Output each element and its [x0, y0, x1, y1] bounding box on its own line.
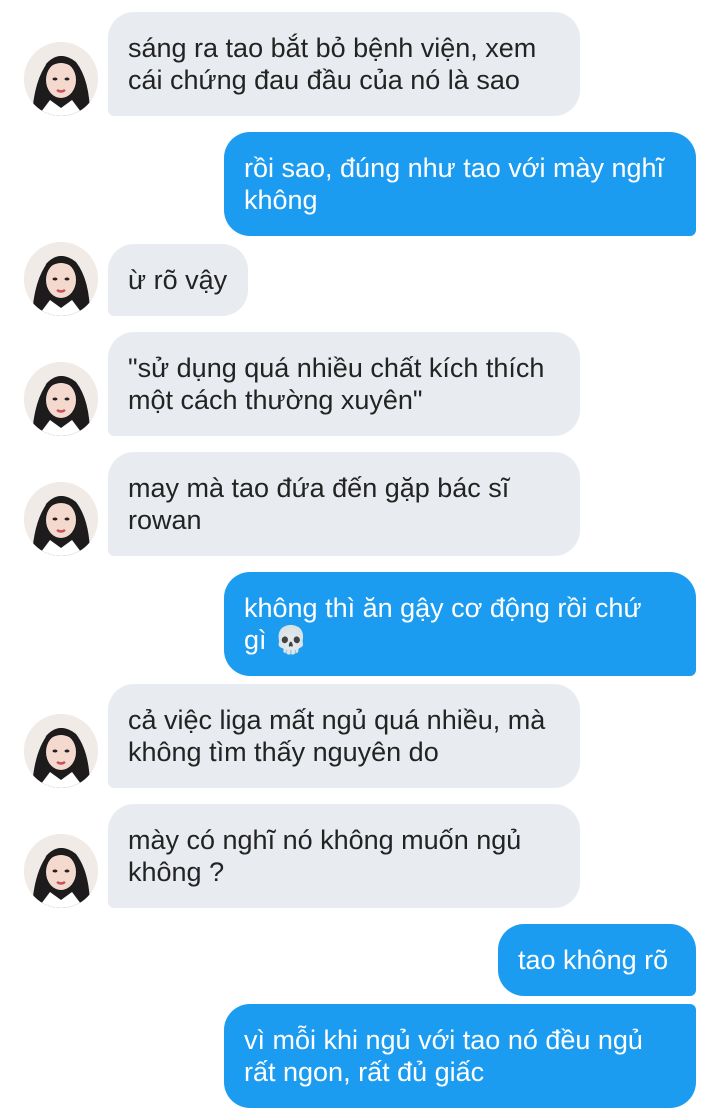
avatar[interactable] [24, 362, 98, 436]
chat-screen: { "conversation": { "messages": [ { "sen… [0, 0, 720, 1111]
message-bubble: rồi sao, đúng như tao với mày nghĩ không [224, 132, 696, 236]
message-bubble: vì mỗi khi ngủ với tao nó đều ngủ rất ng… [224, 1004, 696, 1108]
message-bubble: cả việc liga mất ngủ quá nhiều, mà không… [108, 684, 580, 788]
message-bubble: "sử dụng quá nhiều chất kích thích một c… [108, 332, 580, 436]
avatar-photo [24, 714, 98, 788]
avatar[interactable] [24, 242, 98, 316]
avatar-photo [24, 362, 98, 436]
avatar-photo [24, 242, 98, 316]
message-bubble: tao không rõ [498, 924, 696, 996]
message-bubble: mày có nghĩ nó không muốn ngủ không ? [108, 804, 580, 908]
avatar-photo [24, 42, 98, 116]
avatar[interactable] [24, 42, 98, 116]
avatar[interactable] [24, 714, 98, 788]
message-bubble: ừ rõ vậy [108, 244, 248, 316]
avatar-photo [24, 482, 98, 556]
avatar-photo [24, 834, 98, 908]
message-bubble: không thì ăn gậy cơ động rồi chứ gì 💀 [224, 572, 696, 676]
avatar[interactable] [24, 834, 98, 908]
message-bubble: sáng ra tao bắt bỏ bệnh viện, xem cái ch… [108, 12, 580, 116]
message-bubble: may mà tao đứa đến gặp bác sĩ rowan [108, 452, 580, 556]
avatar[interactable] [24, 482, 98, 556]
